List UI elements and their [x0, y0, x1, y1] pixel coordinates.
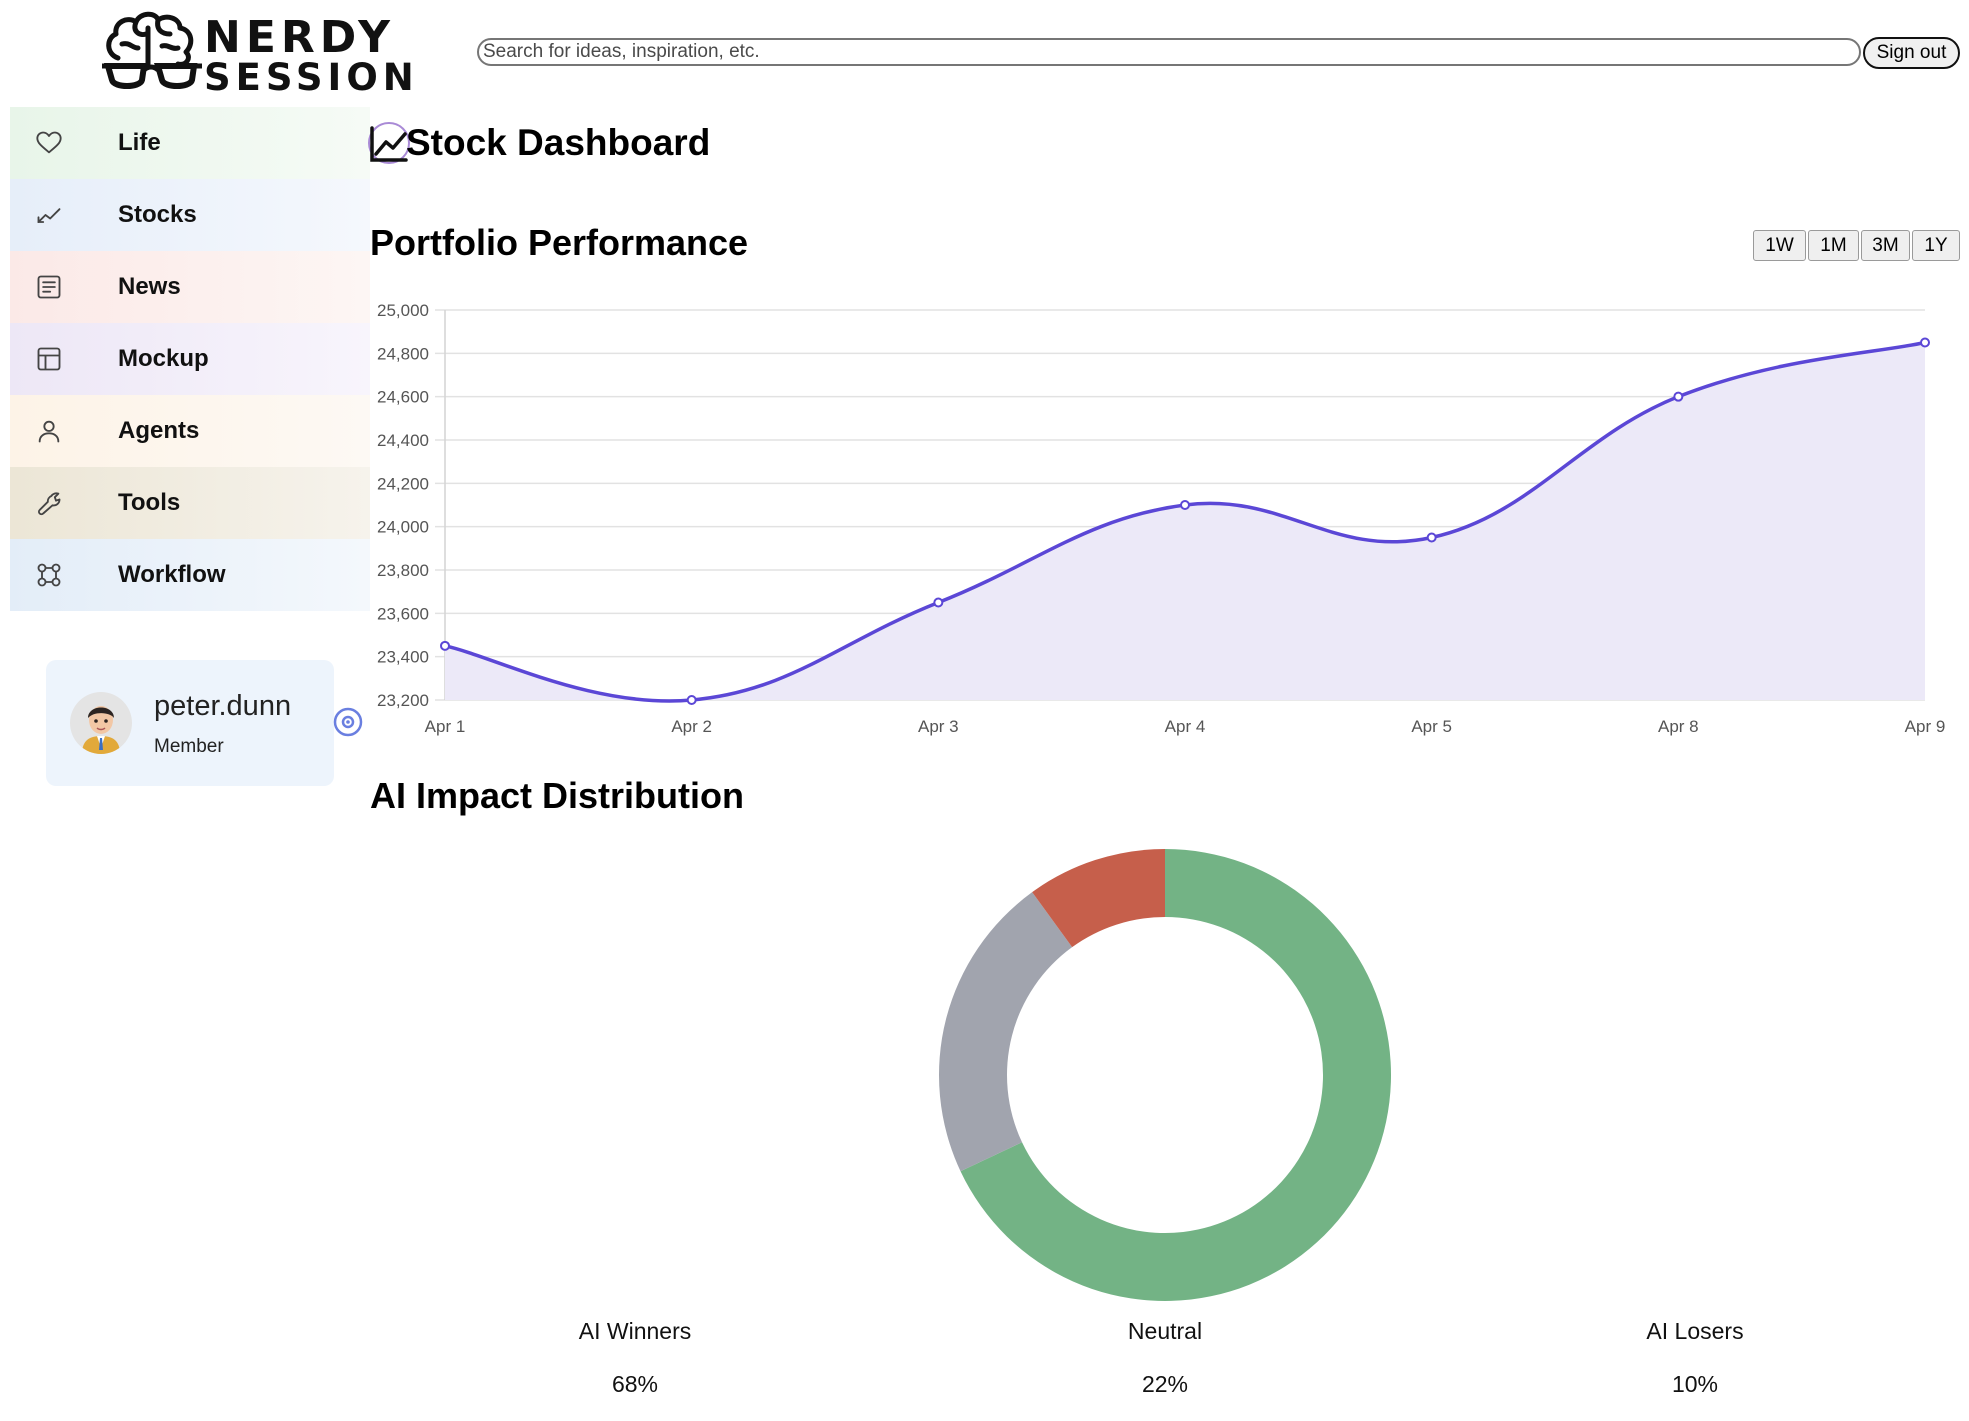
data-point[interactable] — [933, 597, 944, 608]
data-point[interactable] — [1426, 532, 1437, 543]
wrench-icon — [38, 492, 61, 516]
legend-value: 68% — [611, 1371, 659, 1397]
sidebar-toggle-icon[interactable] — [333, 707, 363, 737]
y-tick-label: 23,200 — [377, 691, 429, 710]
sidebar-item-label: Tools — [118, 489, 181, 516]
trend-icon — [37, 208, 61, 223]
sidebar-item-tools[interactable]: Tools — [10, 467, 370, 539]
x-tick-label: Apr 2 — [671, 717, 712, 736]
portfolio-performance-chart: 23,200 23,400 23,600 23,800 24,000 24,200 24,4… — [377, 301, 1946, 736]
avatar — [70, 692, 132, 754]
y-tick-label: 23,600 — [377, 604, 429, 623]
x-tick-label: Apr 5 — [1411, 717, 1452, 736]
sidebar: Life Stocks News Mockup Agents Tools Wor… — [10, 107, 370, 611]
sidebar-item-label: Stocks — [118, 201, 197, 228]
legend-value: 22% — [1141, 1371, 1189, 1397]
y-tick-label: 24,400 — [377, 431, 429, 450]
workflow-icon — [37, 563, 61, 587]
data-point[interactable] — [440, 640, 450, 651]
x-tick-label: Apr 9 — [1905, 717, 1946, 736]
sign-out-button[interactable]: Sign out — [1863, 37, 1960, 69]
sidebar-item-label: News — [118, 273, 181, 300]
ai-impact-donut-chart — [939, 849, 1391, 1301]
slice-neutral[interactable] — [939, 892, 1073, 1172]
search-input[interactable] — [477, 38, 1861, 66]
y-tick-label: 24,200 — [377, 474, 429, 493]
sidebar-item-label: Workflow — [118, 561, 226, 588]
heart-icon — [36, 131, 62, 154]
sidebar-item-mockup[interactable]: Mockup — [10, 323, 370, 395]
page-title: Stock Dashboard — [406, 122, 711, 163]
range-3m-button[interactable]: 3M — [1861, 230, 1910, 261]
legend-label: AI Winners — [578, 1318, 692, 1344]
y-tick-label: 24,600 — [377, 388, 429, 407]
brand-logo[interactable]: NERDY SESSION — [100, 8, 414, 99]
avatar-image — [70, 692, 132, 754]
legend-ai-losers: AI Losers 10% — [1545, 1318, 1845, 1398]
portfolio-performance-title: Portfolio Performance — [370, 222, 749, 263]
y-tick-label: 23,800 — [377, 561, 429, 580]
user-profile-card[interactable]: peter.dunn Member — [46, 660, 334, 786]
range-1m-button[interactable]: 1M — [1808, 230, 1859, 261]
brain-glasses-icon — [102, 11, 202, 89]
user-name: peter.dunn — [154, 690, 292, 722]
sidebar-item-life[interactable]: Life — [10, 107, 370, 179]
y-tick-label: 24,800 — [377, 344, 429, 363]
data-point[interactable] — [1673, 391, 1684, 402]
newspaper-icon — [37, 275, 61, 299]
x-tick-label: Apr 3 — [918, 717, 959, 736]
sidebar-item-workflow[interactable]: Workflow — [10, 539, 370, 611]
legend-value: 10% — [1671, 1371, 1719, 1397]
user-role: Member — [154, 736, 224, 757]
x-tick-label: Apr 8 — [1658, 717, 1699, 736]
person-icon — [38, 420, 60, 443]
sidebar-item-news[interactable]: News — [10, 251, 370, 323]
chart-line-icon — [368, 122, 410, 164]
legend-label: AI Losers — [1646, 1318, 1744, 1344]
time-range-selector: 1W 1M 3M 1Y — [1753, 230, 1960, 261]
data-point[interactable] — [1920, 337, 1930, 348]
y-tick-label: 24,000 — [377, 518, 429, 537]
sidebar-item-label: Agents — [118, 417, 200, 444]
layout-icon — [37, 347, 61, 371]
sidebar-item-label: Life — [118, 129, 161, 156]
sidebar-item-agents[interactable]: Agents — [10, 395, 370, 467]
x-tick-label: Apr 4 — [1165, 717, 1206, 736]
sidebar-item-label: Mockup — [118, 345, 209, 372]
brand-name-line2: SESSION — [204, 56, 419, 99]
legend-label: Neutral — [1127, 1318, 1203, 1344]
sidebar-item-stocks[interactable]: Stocks — [10, 179, 370, 251]
y-tick-label: 23,400 — [377, 648, 429, 667]
y-tick-label: 25,000 — [377, 301, 429, 320]
data-point[interactable] — [686, 695, 697, 705]
range-1w-button[interactable]: 1W — [1753, 230, 1806, 261]
ai-impact-title: AI Impact Distribution — [370, 775, 745, 816]
legend-ai-winners: AI Winners 68% — [485, 1318, 785, 1398]
range-1y-button[interactable]: 1Y — [1912, 230, 1960, 261]
legend-neutral: Neutral 22% — [1015, 1318, 1315, 1398]
data-point[interactable] — [1180, 500, 1190, 510]
x-tick-label: Apr 1 — [425, 717, 466, 736]
